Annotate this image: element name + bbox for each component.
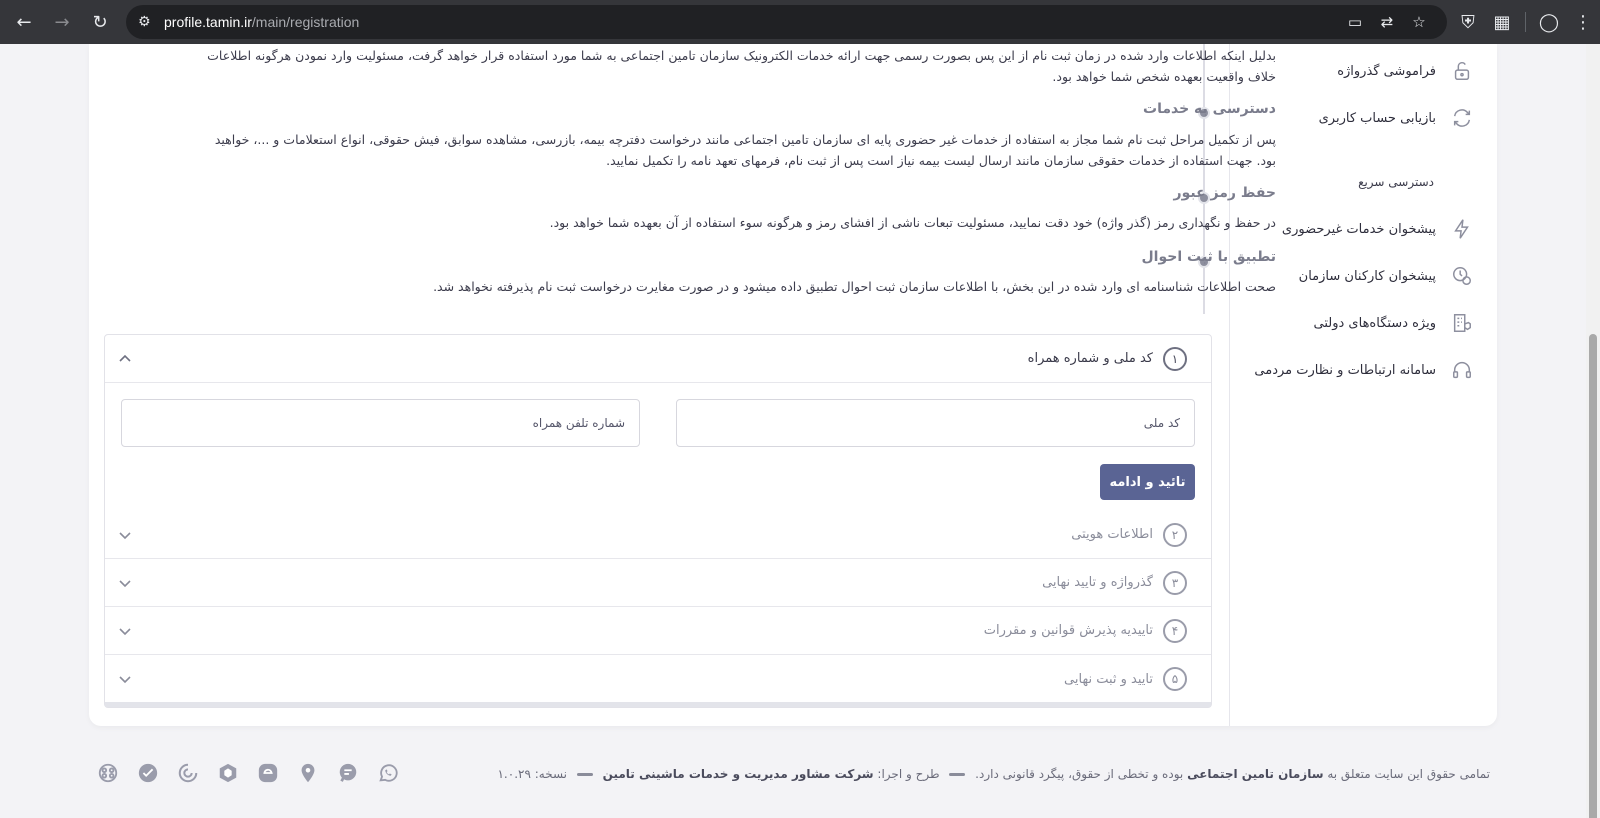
translate-icon[interactable]: ⇄ xyxy=(1371,13,1403,31)
step-title: اطلاعات هویتی xyxy=(1071,527,1153,542)
copyright-text: تمامی حقوق این سایت متعلق به سازمان تامی… xyxy=(497,767,1490,781)
section-title: دسترسی به خدمات xyxy=(1143,101,1276,117)
chevron-down-icon[interactable] xyxy=(115,669,135,689)
sidebar-item-label: فراموشی گذرواژه xyxy=(1337,63,1436,79)
step-header-4[interactable]: ۴ تاییدیه پذیرش قوانین و مقررات xyxy=(105,607,1211,655)
section-text-line: پس از تکمیل مراحل ثبت نام شما مجاز به اس… xyxy=(214,132,1276,147)
menu-icon[interactable]: ⋮ xyxy=(1566,6,1600,38)
site-info-icon[interactable]: ⚙ xyxy=(138,14,164,30)
design-prefix: طرح و اجرا: xyxy=(877,767,940,781)
step-title: تاییدیه پذیرش قوانین و مقررات xyxy=(983,623,1153,638)
terms-intro-line: خلاف واقعیت بعهده شخص شما خواهد بود. xyxy=(1052,69,1276,84)
rubika-icon[interactable] xyxy=(216,761,240,785)
confirm-continue-button[interactable]: تائید و ادامه xyxy=(1100,464,1195,500)
step-number: ۲ xyxy=(1163,522,1187,547)
quick-access-heading: دسترسی سریع xyxy=(1358,175,1434,189)
toolbar-divider xyxy=(1525,12,1526,32)
section-title: حفظ رمز عبور xyxy=(1173,185,1276,201)
section-text-line: صحت اطلاعات شناسنامه ای وارد شده در این … xyxy=(433,279,1276,294)
url-host: profile.tamin.ir xyxy=(164,14,252,30)
url-text[interactable]: profile.tamin.ir/main/registration xyxy=(164,14,1339,30)
national-code-field[interactable] xyxy=(676,399,1195,447)
user-clock-icon xyxy=(1450,264,1474,288)
browser-toolbar: ← → ↻ ⚙ profile.tamin.ir/main/registrati… xyxy=(0,0,1600,44)
copyright-suffix: بوده و تخطی از حقوق، پیگرد قانونی دارد. xyxy=(975,767,1184,781)
step-title: تایید و ثبت نهایی xyxy=(1064,671,1153,687)
sidebar-item-label: سامانه ارتباطات و نظارت مردمی xyxy=(1254,362,1436,378)
step-number: ۴ xyxy=(1163,618,1187,643)
section-text-line: بود. جهت استفاده از خدمات حقوقی سازمان م… xyxy=(606,153,1276,168)
refresh-icon xyxy=(1450,106,1474,130)
aparat-icon[interactable] xyxy=(96,761,120,785)
step-header-3[interactable]: ۳ گذرواژه و تایید نهایی xyxy=(105,559,1211,607)
sidebar-item-label: ویژه دستگاه‌های دولتی xyxy=(1313,315,1436,331)
building-shield-icon xyxy=(1450,311,1474,335)
sidebar-item-account-recovery[interactable]: بازیابی حساب کاربری xyxy=(1319,103,1474,133)
step-number: ۳ xyxy=(1163,570,1187,595)
telegram-icon[interactable] xyxy=(136,761,160,785)
version-label: نسخه: xyxy=(534,767,568,781)
footer: تمامی حقوق این سایت متعلق به سازمان تامی… xyxy=(96,761,1490,791)
bookmark-star-icon[interactable]: ☆ xyxy=(1403,13,1435,31)
sidebar-item-online-services[interactable]: پیشخوان خدمات غیرحضوری xyxy=(1282,214,1474,244)
forward-icon[interactable]: → xyxy=(46,6,78,38)
design-company: شرکت مشاور مدیریت و خدمات ماشینی تامین xyxy=(602,767,874,781)
footer-separator xyxy=(576,773,593,776)
section-title: تطبیق با ثبت احوال xyxy=(1141,249,1276,265)
reload-icon[interactable]: ↻ xyxy=(84,6,116,38)
location-icon[interactable] xyxy=(296,761,320,785)
copyright-org: سازمان تامین اجتماعی xyxy=(1187,767,1324,781)
footer-separator xyxy=(949,773,966,776)
national-code-input[interactable] xyxy=(677,400,1194,446)
page-scrollbar[interactable] xyxy=(1586,44,1600,818)
step-header-1[interactable]: ۱ کد ملی و شماره همراه xyxy=(105,335,1211,383)
step-title: کد ملی و شماره همراه xyxy=(1027,351,1153,366)
sidebar-item-forgot-password[interactable]: فراموشی گذرواژه xyxy=(1337,56,1474,86)
install-app-icon[interactable]: ▭ xyxy=(1339,13,1371,31)
url-path: /main/registration xyxy=(251,14,360,30)
sidebar-item-label: پیشخوان کارکنان سازمان xyxy=(1298,268,1436,284)
step-number: ۵ xyxy=(1163,667,1187,691)
profile-icon[interactable]: ◯ xyxy=(1532,6,1566,38)
social-links xyxy=(96,761,400,785)
chevron-down-icon[interactable] xyxy=(115,525,135,545)
mobile-field[interactable] xyxy=(121,399,640,447)
chevron-down-icon[interactable] xyxy=(115,573,135,593)
back-icon[interactable]: ← xyxy=(8,6,40,38)
step-header-2[interactable]: ۲ اطلاعات هویتی xyxy=(105,511,1211,559)
address-bar[interactable]: ⚙ profile.tamin.ir/main/registration ▭ ⇄… xyxy=(126,5,1447,39)
unlock-icon xyxy=(1450,59,1474,83)
shield-extension-icon[interactable]: ⛨ xyxy=(1451,6,1485,38)
sidebar-item-public-monitoring[interactable]: سامانه ارتباطات و نظارت مردمی xyxy=(1254,355,1474,385)
sidebar-item-label: بازیابی حساب کاربری xyxy=(1318,110,1436,126)
section-text-line: در حفظ و نگهداری رمز (گذر واژه) خود دقت … xyxy=(549,215,1276,230)
step-number: ۱ xyxy=(1163,346,1187,371)
sidebar-item-staff-portal[interactable]: پیشخوان کارکنان سازمان xyxy=(1299,261,1474,291)
sidebar-item-government[interactable]: ویژه دستگاه‌های دولتی xyxy=(1314,308,1474,338)
version-number: ۱.۰.۲۹ xyxy=(497,767,531,781)
sidebar-item-label: پیشخوان خدمات غیرحضوری xyxy=(1281,221,1436,237)
scrollbar-thumb[interactable] xyxy=(1589,334,1597,818)
copyright-prefix: تمامی حقوق این سایت متعلق به xyxy=(1327,767,1490,781)
step-header-5[interactable]: ۵ تایید و ثبت نهایی xyxy=(105,655,1211,703)
accordion-bottom-bar xyxy=(105,702,1211,707)
terms-intro-line: بدلیل اینکه اطلاعات وارد شده در زمان ثبت… xyxy=(207,48,1276,63)
registration-steps-accordion: ۱ کد ملی و شماره همراه تائید و ادامه ۲ ا… xyxy=(104,334,1212,708)
step-title: گذرواژه و تایید نهایی xyxy=(1042,575,1153,590)
bale-icon[interactable] xyxy=(176,761,200,785)
whatsapp-icon[interactable] xyxy=(376,761,400,785)
flash-icon xyxy=(1450,217,1474,241)
chevron-down-icon[interactable] xyxy=(115,621,135,641)
extensions-icon[interactable]: ▦ xyxy=(1485,6,1519,38)
headset-icon xyxy=(1450,358,1474,382)
mobile-input[interactable] xyxy=(122,400,639,446)
eitaa-icon[interactable] xyxy=(256,761,280,785)
chevron-up-icon[interactable] xyxy=(115,349,135,369)
chat-icon[interactable] xyxy=(336,761,360,785)
